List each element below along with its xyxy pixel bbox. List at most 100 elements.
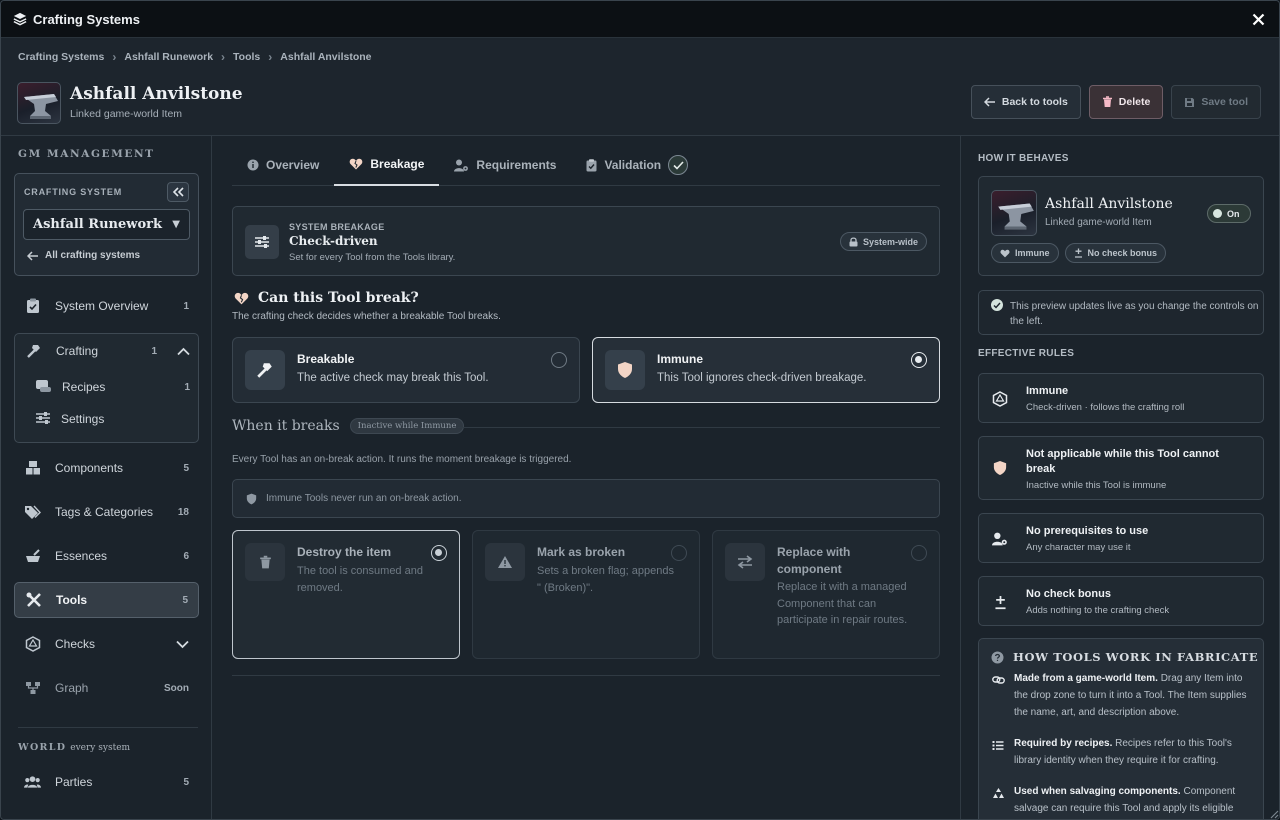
sidebar-item-label: Crafting — [56, 344, 99, 358]
how-it-behaves-heading: HOW IT BEHAVES — [978, 153, 1069, 164]
sidebar-item-settings[interactable]: Settings — [35, 406, 190, 432]
system-wide-label: System-wide — [862, 236, 918, 247]
users-icon — [24, 774, 41, 791]
sidebar-item-components[interactable]: Components 5 — [14, 450, 199, 486]
breakable-option[interactable]: Breakable The active check may break thi… — [232, 337, 580, 403]
chevron-right-icon: › — [112, 50, 117, 64]
sidebar-item-recipes[interactable]: Recipes 1 — [35, 374, 190, 400]
sidebar-divider — [18, 727, 198, 728]
chevron-down-icon — [176, 640, 189, 648]
no-check-bonus-chip: No check bonus — [1064, 243, 1167, 263]
crafting-system-value: Ashfall Runework — [33, 217, 162, 232]
chevron-up-icon — [177, 347, 190, 355]
tab-breakage[interactable]: Breakage — [334, 144, 440, 186]
sidebar-item-tags-categories[interactable]: Tags & Categories 18 — [14, 494, 199, 530]
breadcrumb-crafting-systems[interactable]: Crafting Systems — [18, 51, 104, 63]
breadcrumb-system[interactable]: Ashfall Runework — [124, 51, 213, 63]
chevrons-left-icon — [172, 187, 184, 197]
mark-broken-option[interactable]: Mark as broken Sets a broken flag; appen… — [472, 530, 700, 659]
tools-icon — [25, 592, 42, 609]
caret-down-icon: ▼ — [172, 219, 180, 230]
sidebar-item-count: 1 — [151, 345, 157, 357]
rule-title: No prerequisites to use — [1026, 525, 1149, 537]
warning-icon — [485, 543, 525, 581]
heart-icon — [1000, 249, 1010, 257]
sidebar-item-count: 1 — [183, 300, 189, 312]
immune-radio[interactable] — [911, 352, 927, 368]
breadcrumb: Crafting Systems › Ashfall Runework › To… — [18, 50, 372, 64]
preview-panel: HOW IT BEHAVES Ashfall Anvilstone Linked… — [960, 136, 1279, 819]
can-break-heading: Can this Tool break? — [234, 290, 419, 306]
close-icon — [1252, 13, 1264, 25]
plus-minus-icon — [991, 593, 1009, 611]
save-tool-label: Save tool — [1201, 96, 1248, 108]
sidebar-item-system-overview[interactable]: System Overview 1 — [14, 288, 199, 324]
tab-overview[interactable]: Overview — [232, 144, 334, 186]
when-it-breaks-title: When it breaks — [232, 418, 340, 434]
how-tools-heading: HOW TOOLS WORK IN FABRICATE — [991, 650, 1258, 664]
info-icon — [247, 159, 259, 171]
replace-component-option[interactable]: Replace with component Replace it with a… — [712, 530, 940, 659]
resize-grip-icon[interactable] — [1267, 807, 1279, 819]
how-item-lead: Used when salvaging components. — [1014, 786, 1181, 797]
tab-label: Overview — [266, 158, 320, 172]
dice-icon — [991, 390, 1009, 408]
tab-requirements[interactable]: Requirements — [439, 144, 571, 186]
anvil-image — [24, 94, 58, 119]
sidebar-item-crafting[interactable]: Crafting 1 — [15, 333, 200, 369]
back-to-tools-button[interactable]: Back to tools — [970, 85, 1081, 119]
crafting-system-select[interactable]: Ashfall Runework ▼ — [23, 209, 190, 240]
tab-validation[interactable]: Validation — [571, 144, 703, 186]
immune-desc: This Tool ignores check-driven breakage. — [657, 372, 867, 384]
sidebar-item-count: 18 — [177, 506, 189, 518]
save-tool-button[interactable]: Save tool — [1171, 85, 1261, 119]
tab-label: Breakage — [370, 157, 425, 171]
breadcrumb-tools[interactable]: Tools — [233, 51, 260, 63]
sidebar-item-count: 5 — [183, 462, 189, 474]
trash-icon — [245, 543, 285, 581]
destroy-item-radio[interactable] — [431, 545, 447, 561]
when-it-breaks-subtitle: Every Tool has an on-break action. It ru… — [232, 454, 572, 465]
shield-icon — [246, 493, 257, 504]
all-crafting-systems-label: All crafting systems — [45, 250, 141, 261]
close-window-button[interactable] — [1249, 10, 1267, 28]
replace-component-radio[interactable] — [911, 545, 927, 561]
replace-component-title: Replace with component — [777, 545, 851, 576]
sidebar-item-label: Essences — [55, 549, 108, 563]
can-break-subtitle: The crafting check decides whether a bre… — [232, 311, 501, 322]
collapse-sidebar-button[interactable] — [167, 182, 189, 202]
mark-broken-title: Mark as broken — [537, 545, 626, 559]
user-check-icon — [991, 530, 1009, 548]
rule-title: Immune — [1026, 385, 1069, 397]
page-title: Ashfall Anvilstone — [70, 84, 243, 104]
check-circle-icon — [991, 299, 1003, 311]
delete-label: Delete — [1118, 96, 1151, 108]
sidebar-item-label: Parties — [55, 775, 93, 789]
destroy-item-option[interactable]: Destroy the item The tool is consumed an… — [232, 530, 460, 659]
sidebar-item-checks[interactable]: Checks — [14, 626, 199, 662]
immune-option[interactable]: Immune This Tool ignores check-driven br… — [592, 337, 940, 403]
sidebar-item-parties[interactable]: Parties 5 — [14, 764, 199, 800]
sidebar-item-label: System Overview — [55, 299, 149, 313]
section-divider — [232, 675, 940, 676]
breakable-desc: The active check may break this Tool. — [297, 372, 489, 384]
rule-title: Not applicable while this Tool cannot br… — [1026, 448, 1219, 475]
enabled-toggle[interactable]: On — [1207, 204, 1251, 223]
breakable-radio[interactable] — [551, 352, 567, 368]
toggle-knob — [1213, 209, 1222, 218]
mark-broken-radio[interactable] — [671, 545, 687, 561]
layers-icon — [13, 12, 27, 26]
delete-button[interactable]: Delete — [1088, 85, 1164, 119]
mortar-icon — [24, 548, 41, 565]
validation-passed-badge — [668, 155, 689, 175]
sidebar-item-tools[interactable]: Tools 5 — [14, 582, 199, 618]
inactive-badge: Inactive while Immune — [349, 418, 465, 434]
immune-notice-text: Immune Tools never run an on-break actio… — [266, 493, 462, 504]
sidebar-item-essences[interactable]: Essences 6 — [14, 538, 199, 574]
all-crafting-systems-link[interactable]: All crafting systems — [27, 250, 140, 261]
crafting-system-label: CRAFTING SYSTEM — [24, 187, 123, 197]
sidebar-item-label: Components — [55, 461, 124, 475]
tool-preview-card: Ashfall Anvilstone Linked game-world Ite… — [978, 176, 1264, 276]
lock-icon — [849, 236, 858, 246]
hammer-icon — [245, 350, 285, 390]
